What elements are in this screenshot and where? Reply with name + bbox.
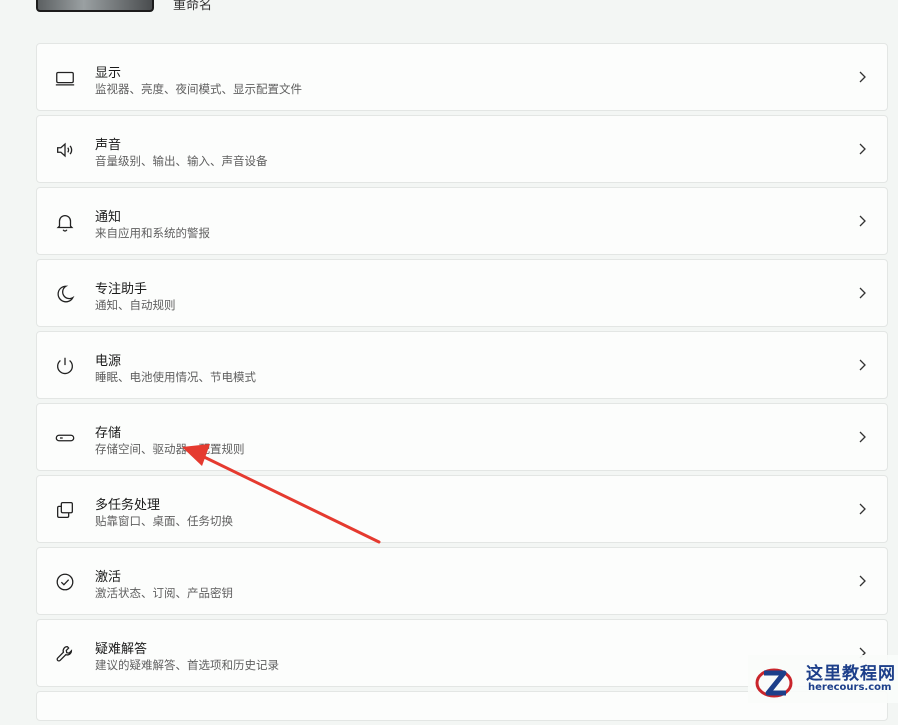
chevron-right-icon	[859, 143, 866, 155]
chevron-right-icon	[859, 215, 866, 227]
power-icon	[53, 354, 77, 378]
watermark: 这里教程网 herecours.com	[748, 655, 898, 703]
bell-icon	[53, 210, 77, 234]
moon-icon	[53, 282, 77, 306]
rename-link[interactable]: 重命名	[173, 0, 212, 13]
settings-item-power[interactable]: 电源 睡眠、电池使用情况、节电模式	[36, 331, 888, 399]
item-description: 存储空间、驱动器、配置规则	[95, 442, 245, 456]
multitask-icon	[53, 498, 77, 522]
item-description: 睡眠、电池使用情况、节电模式	[95, 370, 256, 384]
settings-item-sound[interactable]: 声音 音量级别、输出、输入、声音设备	[36, 115, 888, 183]
settings-item-activation[interactable]: 激活 激活状态、订阅、产品密钥	[36, 547, 888, 615]
item-title: 通知	[95, 210, 122, 225]
settings-item-focus-assist[interactable]: 专注助手 通知、自动规则	[36, 259, 888, 327]
settings-list: 显示 监视器、亮度、夜间模式、显示配置文件 声音 音量级别、输出、输入、声音设备…	[36, 43, 888, 725]
item-description: 建议的疑难解答、首选项和历史记录	[95, 658, 279, 672]
item-title: 声音	[95, 138, 122, 153]
watermark-name: 这里教程网	[806, 664, 896, 684]
storage-icon	[53, 426, 77, 450]
chevron-right-icon	[859, 359, 866, 371]
item-description: 监视器、亮度、夜间模式、显示配置文件	[95, 82, 302, 96]
check-circle-icon	[53, 570, 77, 594]
item-title: 多任务处理	[95, 498, 161, 513]
item-description: 来自应用和系统的警报	[95, 226, 210, 240]
item-title: 专注助手	[95, 282, 148, 297]
site-logo-icon	[755, 668, 793, 698]
device-thumbnail	[36, 0, 154, 12]
chevron-right-icon	[859, 503, 866, 515]
chevron-right-icon	[859, 575, 866, 587]
item-title: 显示	[95, 66, 122, 81]
settings-item-notifications[interactable]: 通知 来自应用和系统的警报	[36, 187, 888, 255]
item-description: 贴靠窗口、桌面、任务切换	[95, 514, 233, 528]
item-title: 激活	[95, 570, 122, 585]
settings-item-display[interactable]: 显示 监视器、亮度、夜间模式、显示配置文件	[36, 43, 888, 111]
item-title: 电源	[95, 354, 122, 369]
settings-item-multitasking[interactable]: 多任务处理 贴靠窗口、桌面、任务切换	[36, 475, 888, 543]
settings-item-storage[interactable]: 存储 存储空间、驱动器、配置规则	[36, 403, 888, 471]
chevron-right-icon	[859, 71, 866, 83]
item-title: 疑难解答	[95, 642, 148, 657]
chevron-right-icon	[859, 287, 866, 299]
watermark-url: herecours.com	[808, 682, 892, 693]
monitor-icon	[53, 66, 77, 90]
item-title: 存储	[95, 426, 122, 441]
speaker-icon	[53, 138, 77, 162]
wrench-icon	[53, 642, 77, 666]
chevron-right-icon	[859, 431, 866, 443]
item-description: 激活状态、订阅、产品密钥	[95, 586, 233, 600]
item-description: 音量级别、输出、输入、声音设备	[95, 154, 268, 168]
item-description: 通知、自动规则	[95, 298, 176, 312]
